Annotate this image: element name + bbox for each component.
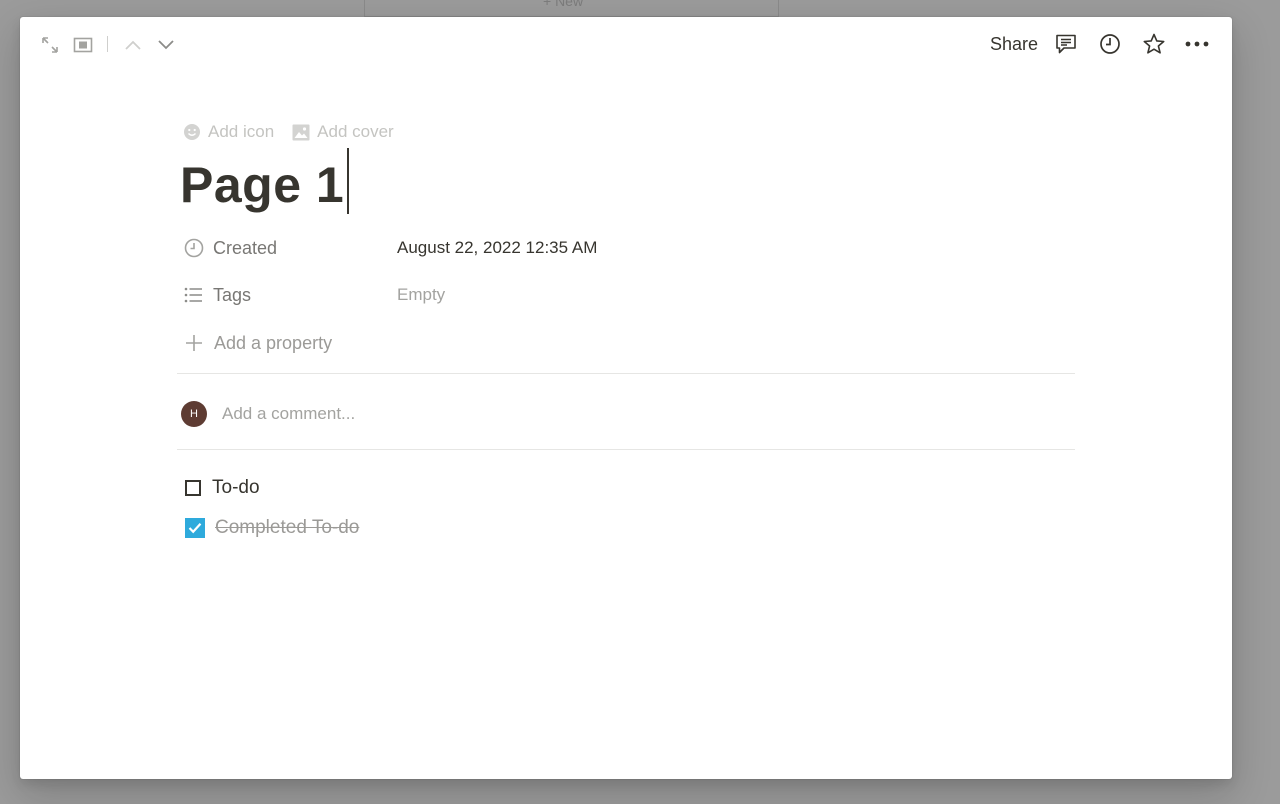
add-property-button[interactable]: Add a property [177,326,332,360]
comment-input[interactable] [222,404,822,424]
checkmark-icon [188,523,202,534]
comment-row: H [181,400,1071,428]
todo-text[interactable]: To-do [212,477,260,499]
property-name: Created [213,237,278,258]
add-property-label: Add a property [214,332,333,353]
property-label-tags[interactable]: Tags [177,285,397,306]
smiley-icon [184,124,200,140]
chevron-up-icon[interactable] [121,34,145,56]
background-app-fragment: + New [364,0,779,17]
more-icon[interactable] [1184,32,1210,56]
property-row-created: Created August 22, 2022 12:35 AM [177,231,1075,265]
properties-divider [177,373,1075,374]
chevron-down-icon[interactable] [154,34,178,56]
todo-item: To-do [185,473,260,503]
todo-text[interactable]: Completed To-do [215,517,359,539]
property-label-created[interactable]: Created [177,238,397,259]
image-icon [292,124,310,140]
expand-icon[interactable] [38,34,62,56]
page-title[interactable]: Page 1 [180,145,350,225]
page-modal: Share Add icon Add cover Page 1 Created … [20,17,1232,779]
page-controls: Add icon Add cover [177,120,406,144]
avatar: H [181,401,207,427]
text-caret [347,148,350,214]
comments-divider [177,449,1075,450]
add-icon-label: Add icon [208,122,275,141]
center-peek-icon[interactable] [71,34,95,56]
background-new-label: + New [543,0,584,9]
add-icon-button[interactable]: Add icon [177,120,280,144]
add-cover-label: Add cover [317,122,394,141]
list-icon [184,287,202,303]
modal-topbar: Share [20,17,1232,71]
property-row-tags: Tags Empty [177,278,1075,312]
star-icon[interactable] [1142,32,1166,56]
todo-item-completed: Completed To-do [185,513,359,543]
todo-checkbox-checked[interactable] [185,518,205,538]
property-value-created: August 22, 2022 12:35 AM [397,238,598,257]
property-name: Tags [213,284,252,305]
history-icon[interactable] [1098,32,1122,56]
page-title-text: Page 1 [180,157,345,213]
plus-icon [186,335,202,351]
todo-checkbox-unchecked[interactable] [185,480,201,496]
add-cover-button[interactable]: Add cover [286,120,400,144]
toolbar-separator [107,36,108,52]
comment-icon[interactable] [1054,32,1078,56]
share-button[interactable]: Share [984,32,1044,56]
clock-icon [184,238,204,258]
property-value-tags[interactable]: Empty [397,285,445,305]
